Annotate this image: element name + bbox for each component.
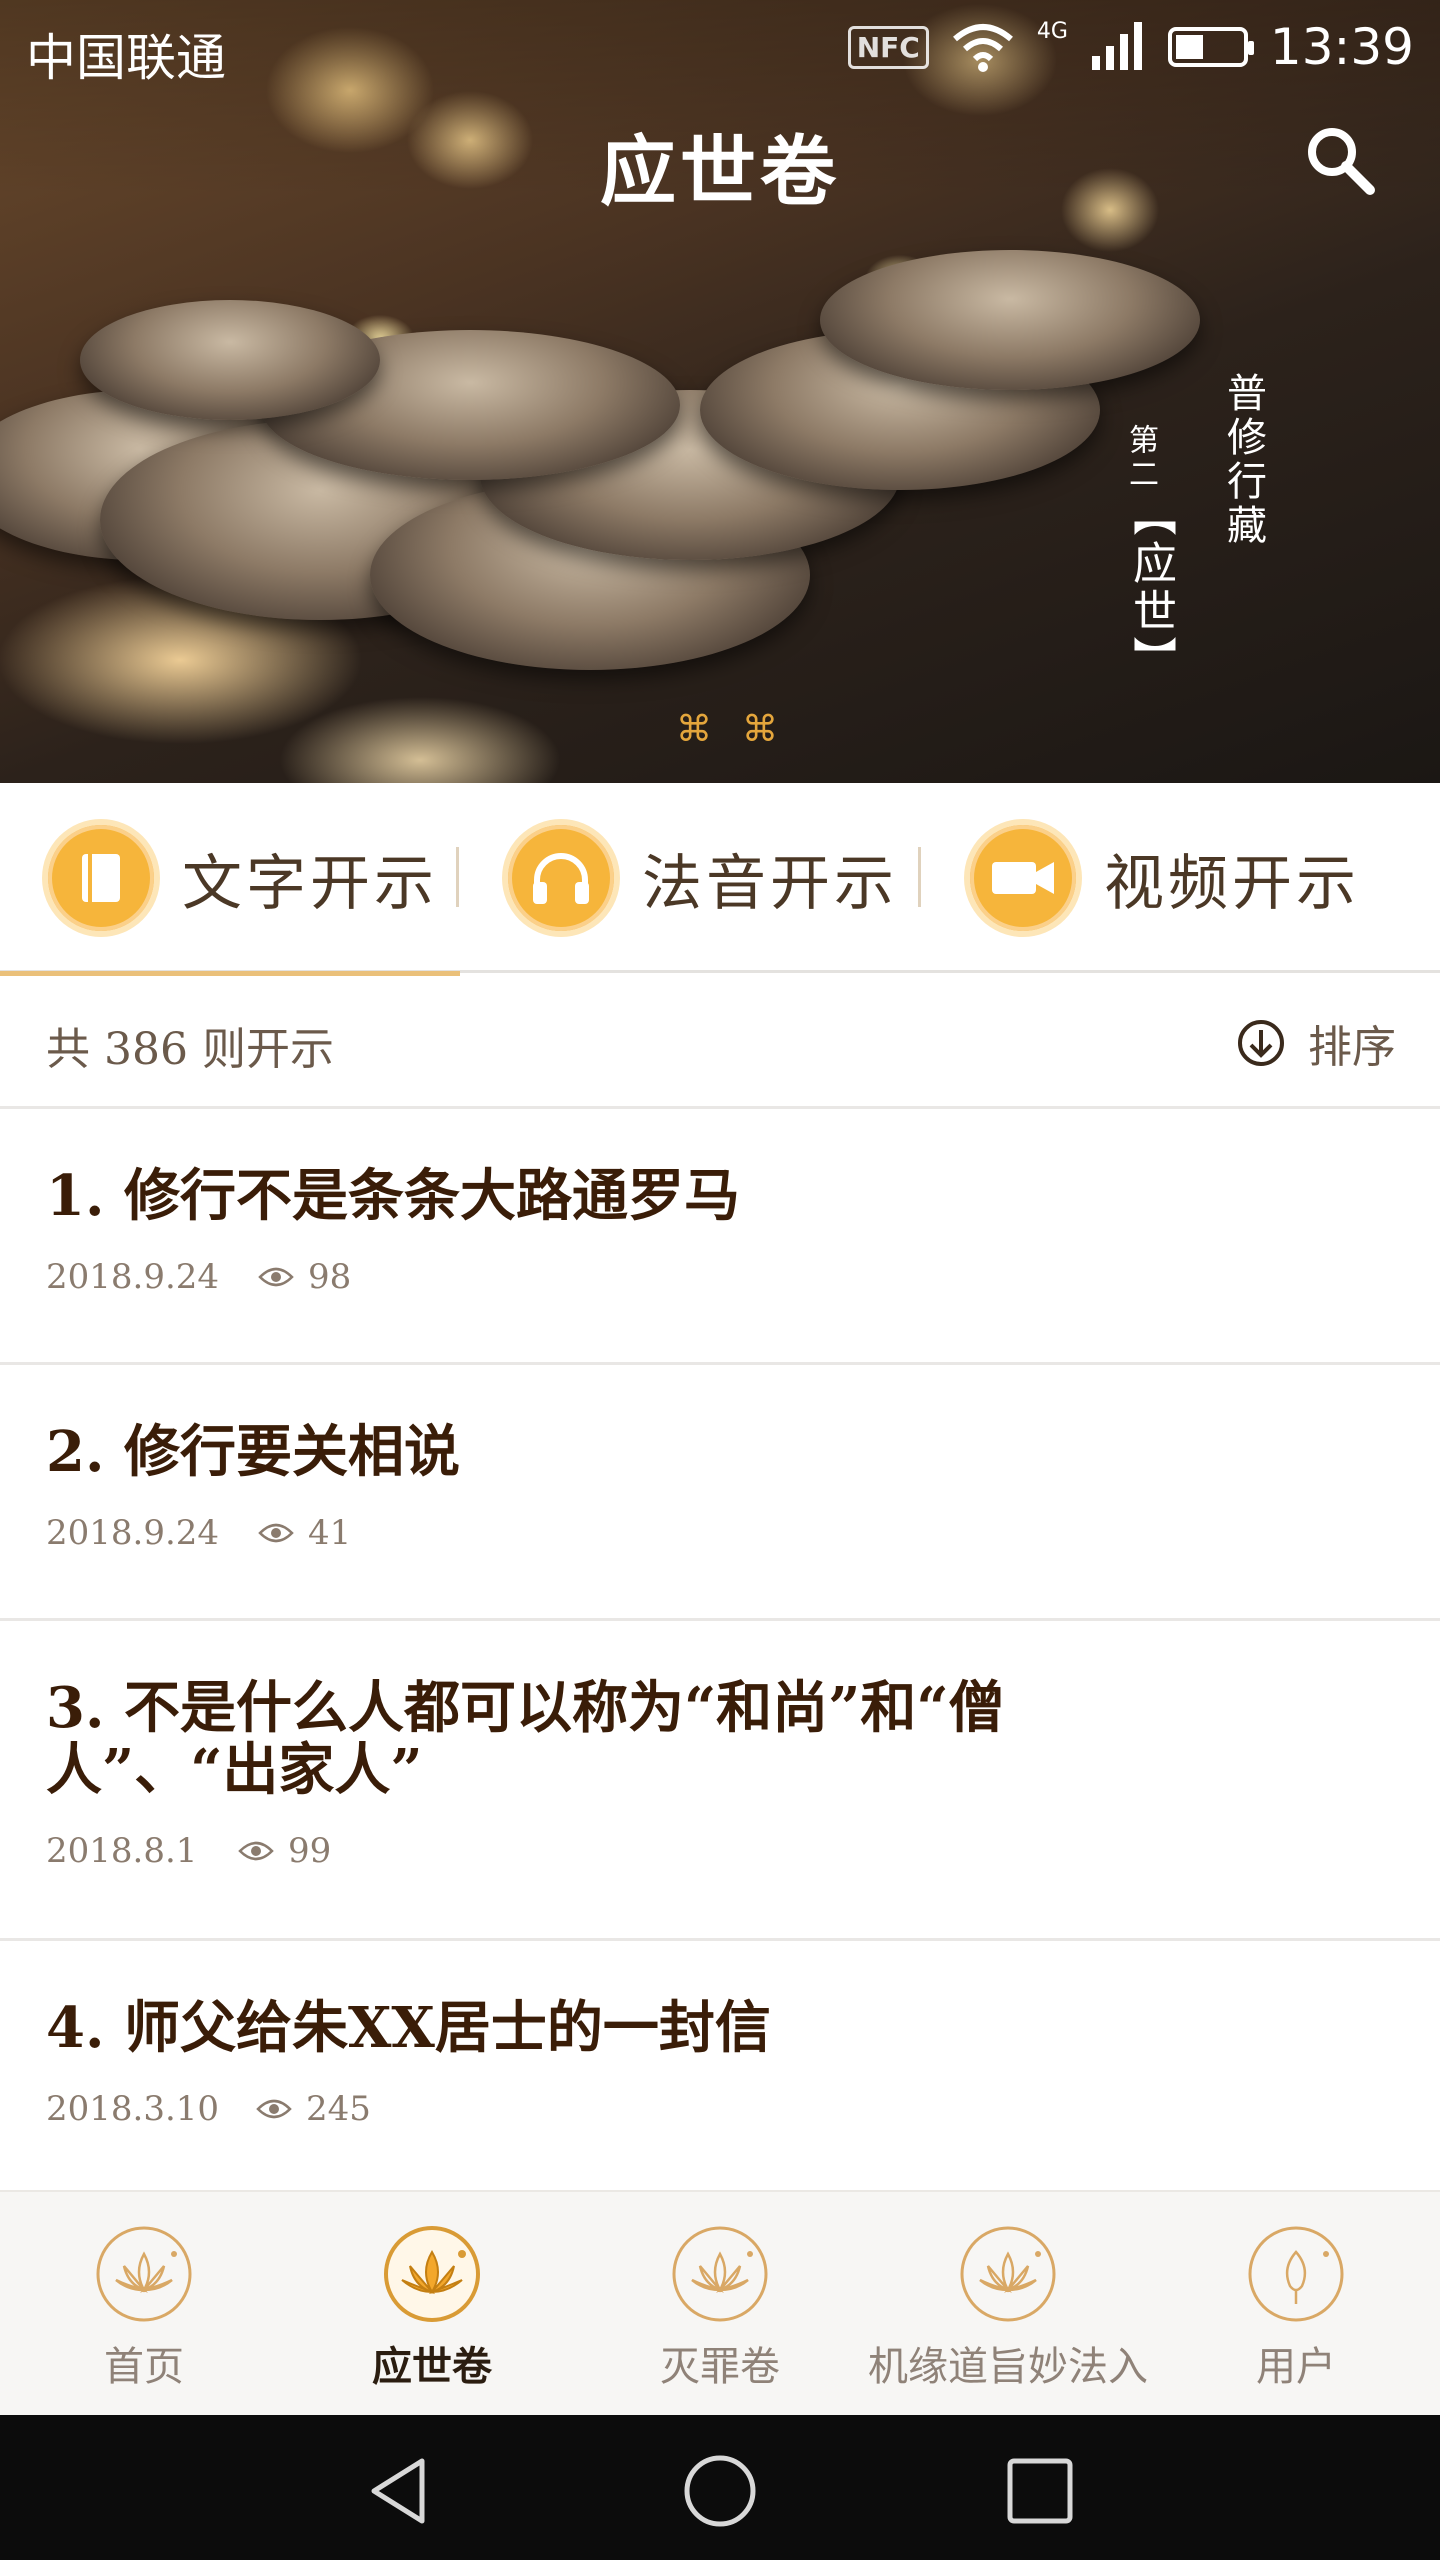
item-title: 1. 修行不是条条大路通罗马 bbox=[46, 1163, 740, 1229]
item-title: 2. 修行要关相说 bbox=[46, 1419, 460, 1485]
eye-icon bbox=[238, 1841, 274, 1861]
status-icons: NFC 4G 13:39 bbox=[847, 18, 1414, 76]
nav-yingshi[interactable]: 应世卷 bbox=[288, 2192, 576, 2417]
item-meta: 2018.3.10 245 bbox=[46, 2089, 1394, 2129]
status-bar: 中国联通 NFC 4G 13:39 bbox=[0, 0, 1440, 96]
tab-divider bbox=[918, 847, 921, 907]
nav-label: 应世卷 bbox=[372, 2344, 492, 2390]
tab-label: 文字开示 bbox=[182, 848, 438, 919]
system-navigation-bar bbox=[0, 2415, 1440, 2560]
view-count: 99 bbox=[288, 1831, 332, 1871]
bottom-navigation: 首页 应世卷 灭罪卷 机缘道旨妙法入 用户 bbox=[0, 2190, 1440, 2415]
item-date: 2018.8.1 bbox=[46, 1831, 198, 1871]
teaching-count: 共 386 则开示 bbox=[46, 1024, 334, 1075]
carousel-indicators: ⌘ ⌘ bbox=[676, 712, 778, 748]
item-title-line: 人”、“出家人” bbox=[46, 1737, 423, 1803]
network-type: 4G bbox=[1036, 18, 1068, 44]
item-views: 245 bbox=[256, 2089, 371, 2129]
lotus-bud-icon bbox=[1248, 2226, 1344, 2322]
view-count: 98 bbox=[308, 1257, 352, 1297]
lotus-icon bbox=[384, 2226, 480, 2322]
nav-label: 首页 bbox=[104, 2344, 184, 2390]
lotus-icon bbox=[672, 2226, 768, 2322]
tab-label: 法音开示 bbox=[642, 848, 898, 919]
tab-audio-teachings[interactable]: 法音开示 bbox=[460, 783, 920, 973]
back-icon[interactable] bbox=[362, 2453, 438, 2529]
arrow-down-circle-icon bbox=[1238, 1020, 1284, 1066]
view-count: 245 bbox=[306, 2089, 371, 2129]
list-item[interactable]: 4. 师父给朱XX居士的一封信 2018.3.10 245 bbox=[0, 1941, 1440, 2201]
nav-jiyuan[interactable]: 机缘道旨妙法入 bbox=[864, 2192, 1152, 2417]
carousel-dot[interactable]: ⌘ bbox=[742, 712, 778, 748]
tab-label: 视频开示 bbox=[1104, 848, 1360, 919]
nav-label: 灭罪卷 bbox=[660, 2344, 780, 2390]
item-views: 98 bbox=[258, 1257, 351, 1297]
item-date: 2018.9.24 bbox=[46, 1257, 220, 1297]
list-item[interactable]: 1. 修行不是条条大路通罗马 2018.9.24 98 bbox=[0, 1109, 1440, 1365]
clock: 13:39 bbox=[1269, 18, 1414, 76]
sort-label: 排序 bbox=[1308, 1022, 1396, 1073]
content-type-tabs: 文字开示 法音开示 视频开示 bbox=[0, 783, 1440, 976]
carrier-name: 中国联通 bbox=[26, 29, 226, 87]
carousel-dot[interactable]: ⌘ bbox=[676, 712, 712, 748]
lotus-icon bbox=[96, 2226, 192, 2322]
nav-label: 机缘道旨妙法入 bbox=[868, 2344, 1148, 2390]
item-date: 2018.3.10 bbox=[46, 2089, 220, 2129]
search-icon[interactable] bbox=[1300, 120, 1380, 200]
banner-volume-number: 第二 bbox=[1123, 424, 1158, 492]
item-meta: 2018.9.24 98 bbox=[46, 1257, 1394, 1297]
item-meta: 2018.8.1 99 bbox=[46, 1831, 1394, 1871]
view-count: 41 bbox=[308, 1513, 352, 1553]
video-camera-icon bbox=[970, 825, 1076, 931]
nav-label: 用户 bbox=[1256, 2344, 1336, 2390]
item-meta: 2018.9.24 41 bbox=[46, 1513, 1394, 1553]
item-views: 99 bbox=[238, 1831, 331, 1871]
item-date: 2018.9.24 bbox=[46, 1513, 220, 1553]
eye-icon bbox=[258, 1523, 294, 1543]
battery-icon bbox=[1167, 27, 1254, 67]
sort-button[interactable]: 排序 bbox=[1236, 1011, 1396, 1075]
nav-miezui[interactable]: 灭罪卷 bbox=[576, 2192, 864, 2417]
list-summary: 共 386 则开示 排序 bbox=[0, 973, 1440, 1109]
nfc-icon: NFC bbox=[847, 25, 929, 69]
teaching-list: 1. 修行不是条条大路通罗马 2018.9.24 98 2. 修行要关相说 20… bbox=[0, 1109, 1440, 2201]
home-icon[interactable] bbox=[682, 2453, 758, 2529]
nav-user[interactable]: 用户 bbox=[1152, 2192, 1440, 2417]
headphones-icon bbox=[508, 825, 614, 931]
banner-volume-name: 【应世】 bbox=[1125, 492, 1176, 684]
tab-text-teachings[interactable]: 文字开示 bbox=[0, 783, 460, 976]
nav-home[interactable]: 首页 bbox=[0, 2192, 288, 2417]
list-item[interactable]: 2. 修行要关相说 2018.9.24 41 bbox=[0, 1365, 1440, 1621]
page-title: 应世卷 bbox=[600, 127, 840, 216]
eye-icon bbox=[256, 2099, 292, 2119]
wifi-icon bbox=[952, 24, 1013, 72]
tab-divider bbox=[456, 847, 459, 907]
eye-icon bbox=[258, 1267, 294, 1287]
item-title-line: 3. 不是什么人都可以称为“和尚”和“僧 bbox=[46, 1675, 1005, 1741]
lotus-icon bbox=[960, 2226, 1056, 2322]
signal-icon bbox=[1091, 22, 1142, 70]
list-item[interactable]: 3. 不是什么人都可以称为“和尚”和“僧 人”、“出家人” 2018.8.1 9… bbox=[0, 1621, 1440, 1941]
recents-icon[interactable] bbox=[1002, 2453, 1078, 2529]
tab-video-teachings[interactable]: 视频开示 bbox=[922, 783, 1382, 973]
book-icon bbox=[48, 825, 154, 931]
item-views: 41 bbox=[258, 1513, 351, 1553]
banner-vertical-text: 普修行藏 bbox=[1220, 372, 1266, 548]
item-title: 4. 师父给朱XX居士的一封信 bbox=[46, 1995, 771, 2061]
hero-banner[interactable]: 中国联通 NFC 4G 13:39 应世卷 普修行藏 第二 【应世】 ⌘ ⌘ bbox=[0, 0, 1440, 783]
